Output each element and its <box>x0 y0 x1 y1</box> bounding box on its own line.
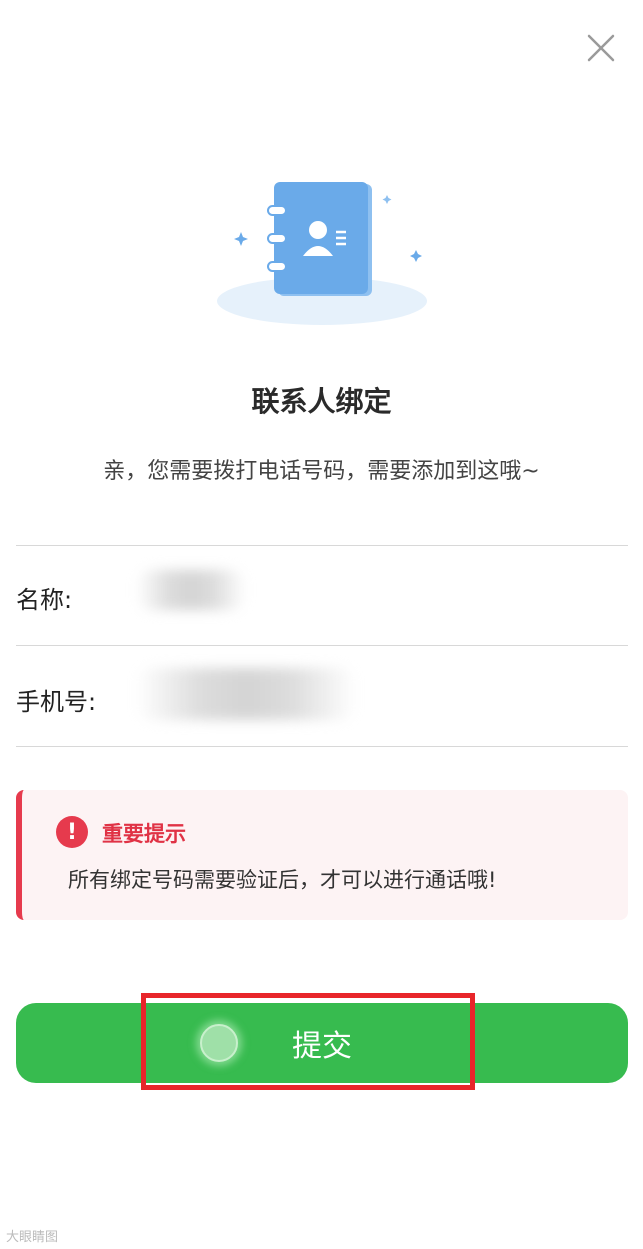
dialog-title: 联系人绑定 <box>251 385 392 418</box>
notice-title: 重要提示 <box>102 822 186 846</box>
important-notice: ! 重要提示 所有绑定号码需要验证后，才可以进行通话哦! <box>16 790 628 920</box>
name-field[interactable] <box>136 570 246 610</box>
close-icon <box>587 34 615 62</box>
dialog-subtitle: 亲，您需要拨打电话号码，需要添加到这哦~ <box>103 459 540 484</box>
contact-book-illustration <box>212 176 432 331</box>
submit-button[interactable]: 提交 <box>16 1003 628 1083</box>
close-button[interactable] <box>585 32 617 64</box>
divider <box>16 545 628 546</box>
notice-text: 所有绑定号码需要验证后，才可以进行通话哦! <box>68 868 497 892</box>
divider <box>16 746 628 747</box>
phone-label: 手机号: <box>16 688 97 716</box>
submit-label: 提交 <box>292 1029 352 1064</box>
name-label: 名称: <box>16 586 73 614</box>
divider <box>16 645 628 646</box>
exclamation-icon: ! <box>56 816 88 848</box>
watermark: 大眼睛图 <box>6 1230 59 1245</box>
phone-field[interactable] <box>136 668 356 720</box>
